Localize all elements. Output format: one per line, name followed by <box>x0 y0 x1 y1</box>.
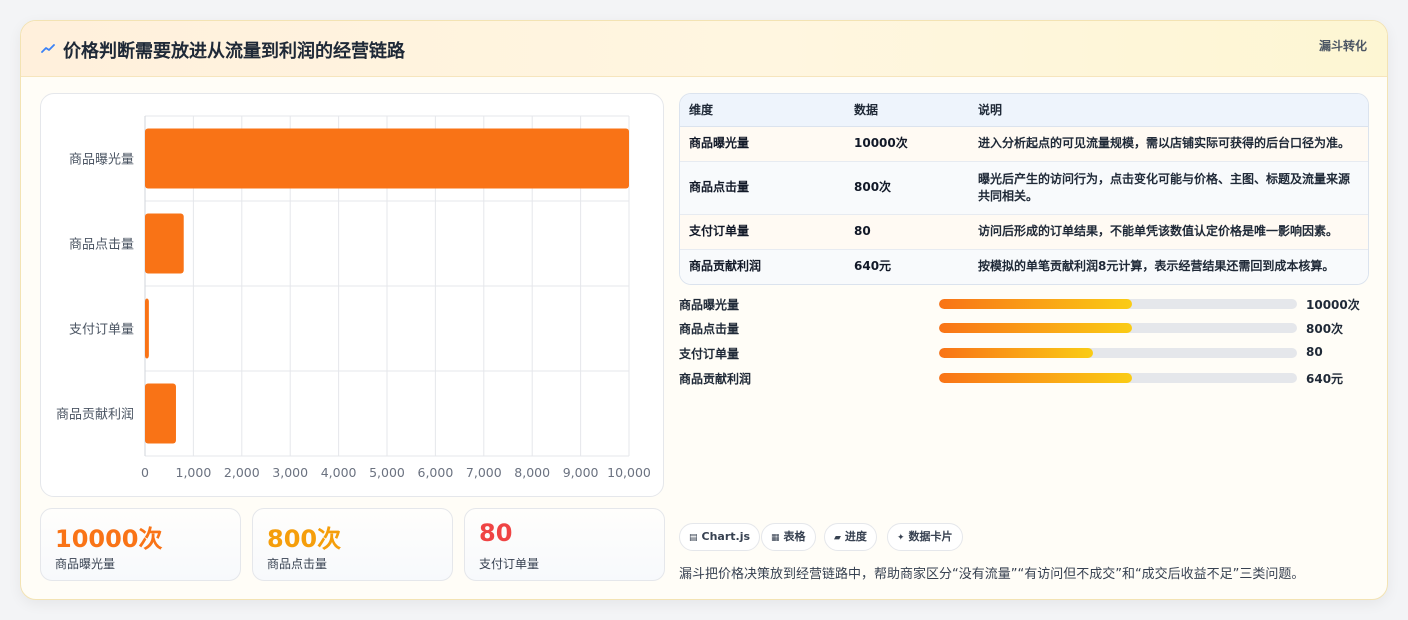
x-tick-label: 4,000 <box>321 465 357 480</box>
stat-label: 支付订单量 <box>479 557 540 571</box>
x-tick-label: 2,000 <box>224 465 260 480</box>
x-tick-label: 0 <box>141 465 149 480</box>
table-cell: 曝光后产生的访问行为，点击变化可能与价格、主图、标题及流量来源共同相关。 <box>969 161 1368 215</box>
stat-value: 800次 <box>267 525 342 553</box>
progress-icon: ▰ <box>834 533 841 543</box>
table-cell: 10000次 <box>845 126 969 162</box>
stat-card-orders: 80 支付订单量 <box>464 508 665 581</box>
table-row: 支付订单量 80 访问后形成的订单结果，不能单凭该数值认定价格是唯一影响因素。 <box>680 214 1368 250</box>
progress-label: 支付订单量 <box>679 347 740 361</box>
chip-label: 进度 <box>844 530 867 543</box>
table-row: 商品点击量 800次 曝光后产生的访问行为，点击变化可能与价格、主图、标题及流量… <box>680 161 1368 215</box>
stat-value: 80 <box>479 519 513 547</box>
y-tick-label: 商品贡献利润 <box>56 408 134 423</box>
table-cell: 商品曝光量 <box>680 126 845 162</box>
chip-label: 表格 <box>783 530 806 543</box>
x-tick-label: 9,000 <box>563 465 599 480</box>
x-tick-label: 1,000 <box>176 465 212 480</box>
stat-value: 10000次 <box>55 525 163 553</box>
data-table: 维度 数据 说明 商品曝光量 10000次 进入分析起点的可见流量规模，需以店铺… <box>679 93 1369 285</box>
chip-chartjs[interactable]: ▤ Chart.js <box>679 523 761 551</box>
table-cell: 80 <box>845 214 969 250</box>
bar <box>145 298 149 359</box>
chip-table[interactable]: ▦ 表格 <box>761 523 816 551</box>
x-tick-label: 7,000 <box>466 465 502 480</box>
column-header: 说明 <box>969 94 1368 127</box>
progress-track <box>939 323 1297 333</box>
card-header: 价格判断需要放进从流量到利润的经营链路 漏斗转化 <box>21 21 1387 77</box>
bar-chart-svg: 0 1,000 2,000 3,000 4,000 5,000 6,000 7,000 8,00… <box>56 115 651 480</box>
bar <box>145 213 184 274</box>
table-header-row: 维度 数据 说明 <box>680 94 1368 127</box>
table-icon: ▦ <box>771 533 780 543</box>
x-tick-label: 5,000 <box>369 465 405 480</box>
x-tick-label: 8,000 <box>514 465 550 480</box>
y-tick-label: 商品点击量 <box>69 238 134 253</box>
x-tick-label: 3,000 <box>272 465 308 480</box>
column-header: 数据 <box>845 94 969 127</box>
progress-label: 商品曝光量 <box>679 298 740 312</box>
table-cell: 800次 <box>845 161 969 215</box>
progress-fill <box>939 348 1093 358</box>
progress-label: 商品贡献利润 <box>679 372 752 386</box>
table-cell: 访问后形成的订单结果，不能单凭该数值认定价格是唯一影响因素。 <box>969 214 1368 250</box>
x-tick-label: 10,000 <box>607 465 651 480</box>
chart-type-tag: 漏斗转化 <box>1318 39 1367 53</box>
stat-label: 商品曝光量 <box>55 557 116 571</box>
chip-data-cards[interactable]: ✦ 数据卡片 <box>887 523 963 551</box>
progress-fill <box>939 323 1133 333</box>
progress-track <box>939 299 1297 309</box>
table-cell: 640元 <box>845 249 969 284</box>
progress-fill <box>939 373 1133 383</box>
card-title: 价格判断需要放进从流量到利润的经营链路 <box>63 41 405 62</box>
progress-row: 支付订单量 80 <box>679 343 1369 363</box>
bar <box>145 128 629 189</box>
table-row: 商品贡献利润 640元 按模拟的单笔贡献利润8元计算，表示经营结果还需回到成本核… <box>680 249 1368 284</box>
progress-fill <box>939 299 1133 309</box>
progress-track <box>939 373 1297 383</box>
table-cell: 商品点击量 <box>680 161 845 215</box>
trend-icon <box>41 44 55 53</box>
progress-row: 商品点击量 800次 <box>679 318 1369 338</box>
progress-value: 10000次 <box>1306 298 1360 312</box>
bar <box>145 383 176 444</box>
progress-value: 800次 <box>1306 322 1344 336</box>
table-cell: 商品贡献利润 <box>680 249 845 284</box>
progress-value: 640元 <box>1306 372 1344 386</box>
funnel-card: 价格判断需要放进从流量到利润的经营链路 漏斗转化 0 1,000 2,000 3,00… <box>20 20 1388 600</box>
table-cell: 按模拟的单笔贡献利润8元计算，表示经营结果还需回到成本核算。 <box>969 249 1368 284</box>
y-tick-label: 支付订单量 <box>69 323 134 338</box>
stat-card-exposure: 10000次 商品曝光量 <box>40 508 241 581</box>
chip-label: 数据卡片 <box>908 530 953 543</box>
progress-value: 80 <box>1306 345 1323 359</box>
sparkle-icon: ✦ <box>897 533 905 543</box>
stat-label: 商品点击量 <box>267 557 328 571</box>
progress-track <box>939 348 1297 358</box>
table-row: 商品曝光量 10000次 进入分析起点的可见流量规模，需以店铺实际可获得的后台口… <box>680 126 1368 162</box>
stat-card-clicks: 800次 商品点击量 <box>252 508 453 581</box>
chart-icon: ▤ <box>689 533 698 543</box>
chip-label: Chart.js <box>701 530 751 543</box>
y-tick-label: 商品曝光量 <box>69 153 134 168</box>
table-cell: 支付订单量 <box>680 214 845 250</box>
summary-text: 漏斗把价格决策放到经营链路中，帮助商家区分“没有流量”“有访问但不成交”和“成交… <box>679 567 1305 582</box>
x-tick-label: 6,000 <box>418 465 454 480</box>
progress-label: 商品点击量 <box>679 322 740 336</box>
progress-row: 商品曝光量 10000次 <box>679 294 1369 314</box>
bar-chart: 0 1,000 2,000 3,000 4,000 5,000 6,000 7,000 8,00… <box>40 93 664 497</box>
column-header: 维度 <box>680 94 845 127</box>
table-cell: 进入分析起点的可见流量规模，需以店铺实际可获得的后台口径为准。 <box>969 126 1368 162</box>
chip-progress[interactable]: ▰ 进度 <box>824 523 877 551</box>
progress-row: 商品贡献利润 640元 <box>679 368 1369 388</box>
